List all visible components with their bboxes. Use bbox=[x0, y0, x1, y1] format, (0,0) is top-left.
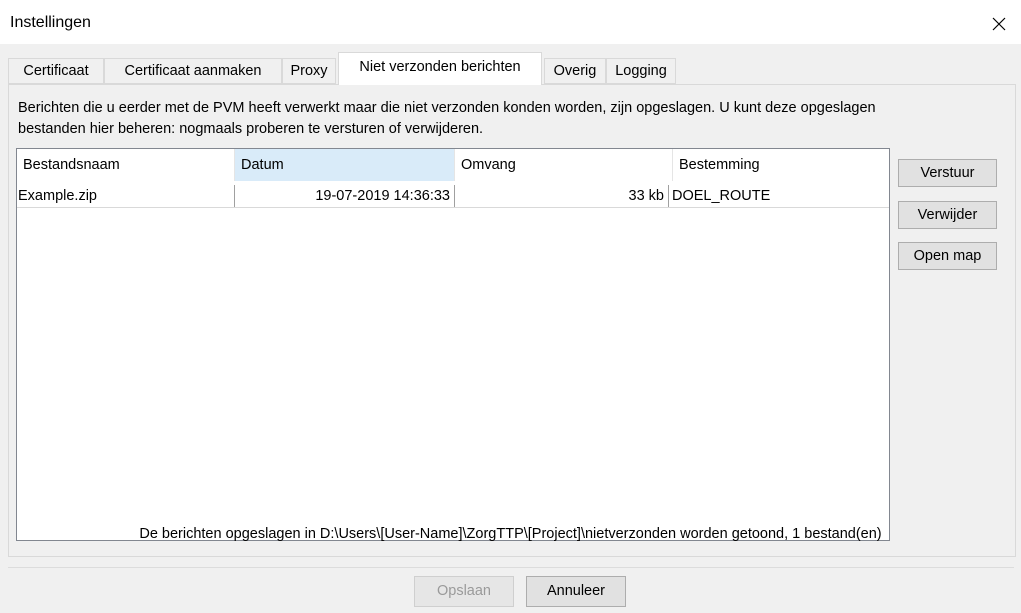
tab-certificaat-aanmaken[interactable]: Certificaat aanmaken bbox=[104, 58, 282, 84]
cancel-button[interactable]: Annuleer bbox=[526, 576, 626, 607]
close-button[interactable] bbox=[977, 8, 1021, 40]
column-header-bestemming[interactable]: Bestemming bbox=[673, 149, 889, 181]
open-folder-button[interactable]: Open map bbox=[898, 242, 997, 270]
send-button[interactable]: Verstuur bbox=[898, 159, 997, 187]
cell-bestandsnaam: Example.zip bbox=[17, 185, 235, 207]
footer-divider bbox=[8, 567, 1014, 568]
tab-overig[interactable]: Overig bbox=[544, 58, 606, 84]
delete-button[interactable]: Verwijder bbox=[898, 201, 997, 229]
tab-logging[interactable]: Logging bbox=[606, 58, 676, 84]
status-text: De berichten opgeslagen in D:\Users\[Use… bbox=[139, 526, 882, 542]
column-header-omvang[interactable]: Omvang bbox=[455, 149, 673, 181]
save-button[interactable]: Opslaan bbox=[414, 576, 514, 607]
close-icon bbox=[992, 17, 1006, 31]
table-row[interactable]: Example.zip 19-07-2019 14:36:33 33 kb DO… bbox=[17, 185, 889, 208]
cell-omvang: 33 kb bbox=[455, 185, 669, 207]
title-bar: Instellingen bbox=[0, 0, 1021, 44]
settings-dialog: Instellingen Certificaat Certificaat aan… bbox=[0, 0, 1021, 613]
tab-niet-verzonden-berichten[interactable]: Niet verzonden berichten bbox=[338, 52, 542, 85]
column-header-bestandsnaam[interactable]: Bestandsnaam bbox=[17, 149, 235, 181]
tab-certificaat[interactable]: Certificaat bbox=[8, 58, 104, 84]
tab-proxy[interactable]: Proxy bbox=[282, 58, 336, 84]
column-header-datum[interactable]: Datum bbox=[235, 149, 455, 181]
window-title: Instellingen bbox=[10, 14, 91, 31]
unsent-messages-table: Bestandsnaam Datum Omvang Bestemming Exa… bbox=[16, 148, 890, 541]
description-text: Berichten die u eerder met de PVM heeft … bbox=[18, 100, 876, 137]
cell-datum: 19-07-2019 14:36:33 bbox=[235, 185, 455, 207]
cell-bestemming: DOEL_ROUTE bbox=[672, 188, 771, 204]
